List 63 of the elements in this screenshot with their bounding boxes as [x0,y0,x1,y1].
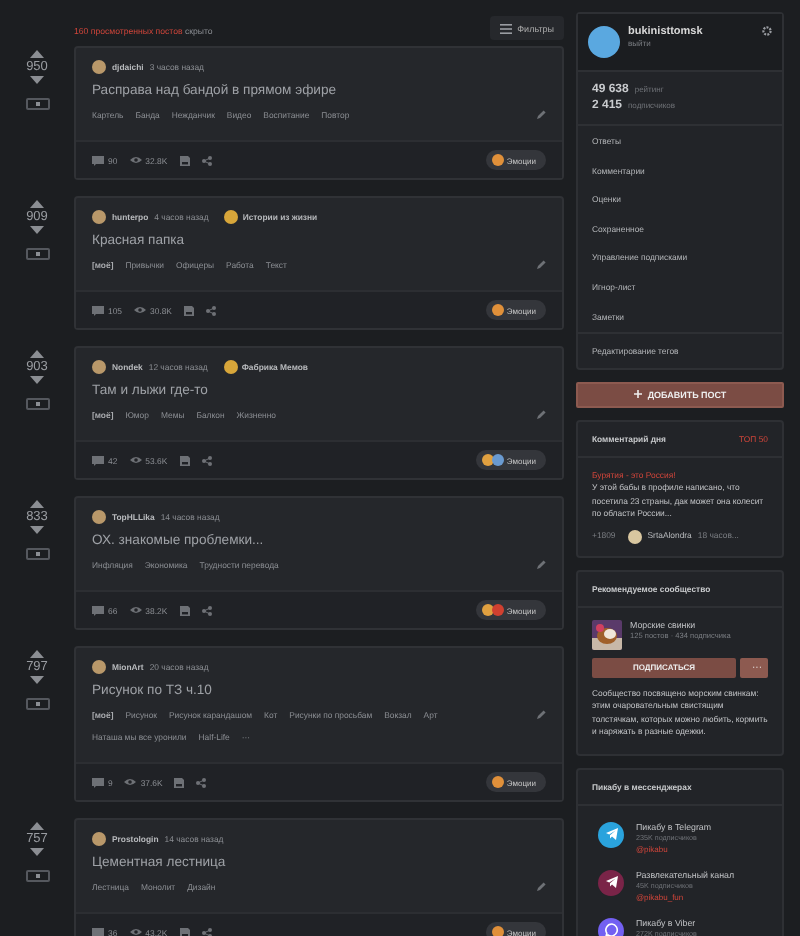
upvote-icon[interactable] [30,50,44,58]
avatar[interactable] [92,660,106,674]
avatar[interactable] [92,210,106,224]
eye-icon [129,606,142,614]
downvote-icon[interactable] [30,676,44,684]
comment-icon[interactable] [92,777,104,787]
pencil-icon[interactable] [536,110,546,120]
share-icon[interactable] [201,155,212,165]
comment-icon[interactable] [92,927,104,936]
pencil-icon[interactable] [536,260,546,270]
upvote-icon[interactable] [30,822,44,830]
downvote-icon[interactable] [30,376,44,384]
avatar[interactable] [92,510,106,524]
vote-menu-icon[interactable] [25,398,49,410]
avatar[interactable] [92,832,106,846]
share-icon[interactable] [201,455,212,465]
eye-icon [124,778,137,786]
comment-icon[interactable] [92,455,104,465]
community-icon[interactable] [223,360,238,374]
pencil-icon[interactable] [536,882,546,892]
pencil-icon[interactable] [536,710,546,720]
share-icon[interactable] [205,305,216,315]
downvote-icon[interactable] [30,226,44,234]
downvote-icon[interactable] [30,848,44,856]
filter-icon [499,23,512,33]
share-icon[interactable] [201,927,212,936]
upvote-icon[interactable] [30,500,44,508]
eye-icon [129,456,142,464]
vote-menu-icon[interactable] [25,548,49,560]
save-icon[interactable] [179,927,190,936]
save-icon[interactable] [183,305,194,315]
save-icon[interactable] [179,455,190,465]
comment-icon[interactable] [92,155,104,165]
vote-menu-icon[interactable] [25,248,49,260]
comment-icon[interactable] [92,605,104,615]
save-icon[interactable] [179,605,190,615]
downvote-icon[interactable] [30,526,44,534]
save-icon[interactable] [179,155,190,165]
plus-icon [633,390,642,399]
upvote-icon[interactable] [30,650,44,658]
vote-menu-icon[interactable] [25,698,49,710]
upvote-icon[interactable] [30,200,44,208]
vote-menu-icon[interactable] [25,98,49,110]
upvote-icon[interactable] [30,350,44,358]
settings-icon[interactable] [762,26,772,36]
comment-icon[interactable] [92,305,104,315]
avatar[interactable] [92,60,106,74]
share-icon[interactable] [196,777,207,787]
eye-icon [129,156,142,164]
community-icon[interactable] [224,210,239,224]
downvote-icon[interactable] [30,76,44,84]
messenger-icon[interactable] [598,821,624,848]
save-icon[interactable] [174,777,185,787]
avatar[interactable] [627,529,642,544]
messenger-icon[interactable] [598,869,624,896]
share-icon[interactable] [201,605,212,615]
avatar[interactable] [588,26,620,58]
vote-menu-icon[interactable] [25,870,49,882]
messenger-icon[interactable] [598,917,624,936]
pencil-icon[interactable] [536,410,546,420]
eye-icon [134,306,146,314]
pencil-icon[interactable] [536,560,546,570]
avatar[interactable] [92,360,106,374]
